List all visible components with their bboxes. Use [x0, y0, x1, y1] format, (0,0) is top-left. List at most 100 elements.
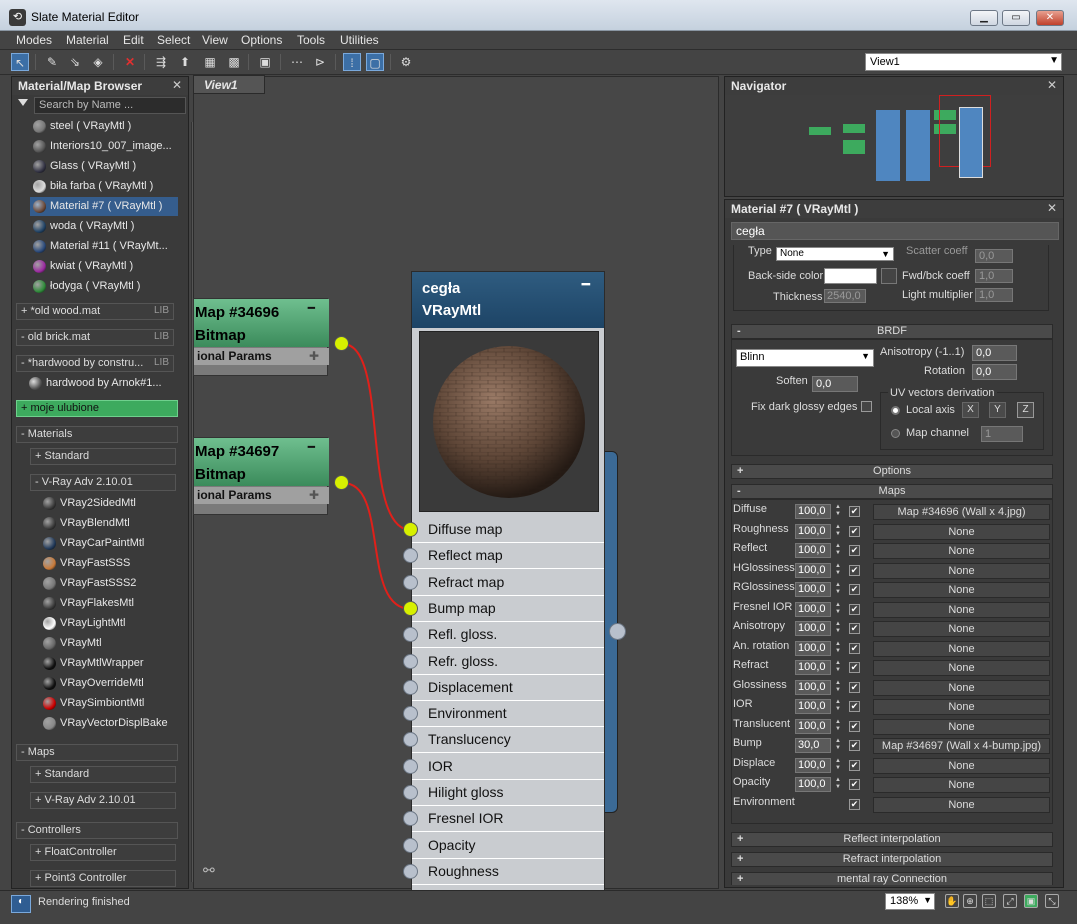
map-enable-checkbox[interactable]: ✔	[849, 564, 860, 576]
spinner-arrows-icon[interactable]: ▲ ▼	[834, 504, 842, 520]
input-socket[interactable]	[403, 785, 418, 800]
input-slot[interactable]: Displacement	[412, 675, 604, 701]
anisotropy-input[interactable]: 0,0	[972, 345, 1017, 361]
map-amount-input[interactable]: 100,0	[795, 543, 831, 558]
refract-interpolation-rollout[interactable]: + Refract interpolation	[731, 852, 1053, 867]
map-enable-checkbox[interactable]: ✔	[849, 740, 860, 751]
navigator-view[interactable]	[725, 95, 1063, 196]
map-enable-checkbox[interactable]: ✔	[849, 642, 860, 654]
input-slot[interactable]: Diffuse map	[412, 517, 604, 543]
material-name-field[interactable]: cegła	[731, 222, 1059, 240]
translucency-type-select[interactable]: None ▼	[776, 247, 894, 261]
input-slot[interactable]: Refl. gloss.	[412, 622, 604, 649]
spinner-arrows-icon[interactable]: ▲ ▼	[834, 621, 842, 637]
map-amount-input[interactable]: 100,0	[795, 679, 831, 695]
spinner-arrows-icon[interactable]: ▲ ▼	[834, 524, 842, 540]
output-socket[interactable]	[334, 336, 349, 351]
spinner-arrows-icon[interactable]: ▲ ▼	[834, 563, 842, 579]
collapse-icon[interactable]: ━	[308, 440, 315, 454]
input-slot[interactable]: Fresnel IOR	[412, 806, 604, 833]
spinner-arrows-icon[interactable]: ▲ ▼	[834, 758, 842, 774]
spinner-arrows-icon[interactable]: ▲ ▼	[834, 738, 842, 754]
map-enable-checkbox[interactable]: ✔	[849, 525, 860, 537]
input-slot[interactable]: Bump map	[412, 596, 604, 622]
spinner-arrows-icon[interactable]: ▲ ▼	[834, 641, 842, 657]
input-slot[interactable]: Environment	[412, 701, 604, 728]
binoculars-icon[interactable]: ⚯	[203, 862, 215, 879]
fix-dark-edges-checkbox[interactable]	[861, 401, 872, 412]
map-slot-button[interactable]: Map #34697 (Wall x 4-bump.jpg)	[873, 738, 1050, 754]
map-slot-button[interactable]: None	[873, 757, 1050, 774]
map-enable-checkbox[interactable]: ✔	[849, 603, 860, 615]
map-slot-button[interactable]: None	[873, 699, 1050, 715]
collapse-icon[interactable]: ━	[308, 301, 315, 315]
input-slot[interactable]: Reflect map	[412, 543, 604, 570]
input-socket[interactable]	[403, 574, 418, 590]
map-enable-checkbox[interactable]: ✔	[849, 720, 860, 732]
map-node-34696[interactable]: Map #34696 Bitmap ━ ional Params ✚	[193, 298, 329, 376]
map-enable-checkbox[interactable]: ✔	[849, 701, 860, 712]
map-enable-checkbox[interactable]: ✔	[849, 506, 860, 517]
map-amount-input[interactable]: 100,0	[795, 582, 831, 597]
spinner-arrows-icon[interactable]: ▲ ▼	[834, 660, 842, 676]
input-socket[interactable]	[403, 653, 418, 669]
input-socket[interactable]	[403, 758, 418, 774]
input-socket[interactable]	[403, 837, 418, 853]
close-icon[interactable]: ✕	[1047, 78, 1057, 92]
map-slot-button[interactable]: Map #34696 (Wall x 4.jpg)	[873, 504, 1050, 520]
map-amount-input[interactable]: 100,0	[795, 504, 831, 519]
axis-z-button[interactable]: Z	[1017, 402, 1034, 418]
map-amount-input[interactable]: 100,0	[795, 601, 831, 617]
input-slot[interactable]: Opacity	[412, 833, 604, 859]
map-enable-checkbox[interactable]: ✔	[849, 623, 860, 634]
map-slot-button[interactable]: None	[873, 601, 1050, 618]
spinner-arrows-icon[interactable]: ▲ ▼	[834, 719, 842, 735]
spinner-arrows-icon[interactable]: ▲ ▼	[834, 543, 842, 559]
light-multiplier-input[interactable]: 1,0	[975, 288, 1013, 302]
map-enable-checkbox[interactable]: ✔	[849, 798, 860, 810]
material-node[interactable]: cegła VRayMtl ━ Diffuse map Reflect map Ref…	[403, 271, 605, 891]
input-socket[interactable]	[403, 522, 418, 537]
map-amount-input[interactable]: 100,0	[795, 523, 831, 539]
input-slot[interactable]: Refr. gloss.	[412, 649, 604, 675]
zoom-region-icon[interactable]: ⬚	[982, 894, 996, 908]
input-socket[interactable]	[403, 706, 418, 722]
map-slot-button[interactable]: None	[873, 796, 1050, 813]
map-slot-button[interactable]: None	[873, 777, 1050, 793]
zoom-select[interactable]: 138% ▼	[885, 893, 935, 910]
pan-icon[interactable]: ✋	[945, 894, 959, 908]
spinner-arrows-icon[interactable]: ▲ ▼	[834, 699, 842, 715]
input-slot[interactable]: IOR	[412, 754, 604, 780]
input-socket[interactable]	[403, 679, 418, 695]
map-node-34697[interactable]: Map #34697 Bitmap ━ ional Params ✚	[193, 437, 329, 515]
spinner-arrows-icon[interactable]: ▲ ▼	[834, 680, 842, 696]
reflect-interpolation-rollout[interactable]: + Reflect interpolation	[731, 832, 1053, 847]
maps-rollout[interactable]: - Maps	[731, 484, 1053, 499]
map-slot-button[interactable]: None	[873, 660, 1050, 676]
input-socket[interactable]	[403, 600, 418, 616]
map-slot-button[interactable]: None	[873, 543, 1050, 559]
map-enable-checkbox[interactable]: ✔	[849, 584, 860, 595]
map-enable-checkbox[interactable]: ✔	[849, 759, 860, 771]
expand-icon[interactable]: ✚	[309, 349, 319, 363]
zoom-extents-icon[interactable]: ⤢	[1003, 894, 1017, 908]
map-slot-button[interactable]: None	[873, 562, 1050, 579]
map-slot-button[interactable]: None	[873, 523, 1050, 540]
map-amount-input[interactable]: 100,0	[795, 640, 831, 656]
zoom-selected-icon[interactable]: ▣	[1024, 894, 1038, 908]
mental-ray-rollout[interactable]: + mental ray Connection	[731, 872, 1053, 885]
zoom-icon[interactable]: ⊕	[963, 894, 977, 908]
backside-map-button[interactable]	[881, 268, 897, 284]
map-amount-input[interactable]: 100,0	[795, 757, 831, 773]
map-enable-checkbox[interactable]: ✔	[849, 779, 860, 790]
material-output-socket[interactable]	[609, 623, 626, 640]
local-axis-radio[interactable]	[891, 406, 900, 415]
brdf-type-select[interactable]: Blinn ▼	[736, 349, 874, 367]
map-amount-input[interactable]: 100,0	[795, 660, 831, 675]
map-slot-button[interactable]: None	[873, 640, 1050, 657]
map-slot-button[interactable]: None	[873, 621, 1050, 637]
thickness-input[interactable]: 2540,0	[824, 289, 866, 303]
map-enable-checkbox[interactable]: ✔	[849, 681, 860, 693]
expand-icon[interactable]: ✚	[309, 488, 319, 502]
input-slot[interactable]: Hilight gloss	[412, 780, 604, 806]
